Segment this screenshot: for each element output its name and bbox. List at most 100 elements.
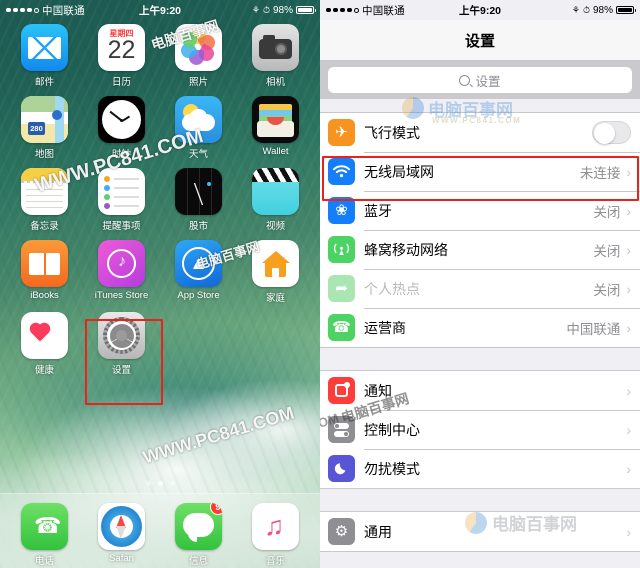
status-bar-home: 中国联通 上午9:20 ⚘ ⏱ 98% (0, 0, 320, 20)
app-health[interactable]: 健康 (14, 312, 76, 376)
app-label: 提醒事项 (102, 221, 141, 232)
search-input[interactable]: 设置 (328, 67, 632, 93)
messages-badge: 9 (210, 503, 222, 515)
settings-row-carrier[interactable]: ☎ 运营商 中国联通 › (320, 308, 640, 347)
moon-glyph (334, 463, 346, 475)
settings-row-value: 关闭 (593, 204, 621, 220)
alarm-icon: ⏱ (582, 4, 590, 15)
settings-row-control: › (626, 525, 640, 539)
app-ibooks[interactable]: iBooks (14, 240, 76, 304)
videos-icon (252, 168, 299, 215)
phone-icon: ☎ (21, 503, 68, 550)
dual-screenshot: 中国联通 上午9:20 ⚘ ⏱ 98% 邮件 星期四 22 日历 照片 相机 2… (0, 0, 640, 568)
app-label: iBooks (30, 290, 59, 301)
wallet-icon (252, 96, 299, 143)
app-stocks[interactable]: 股市 (168, 168, 230, 232)
app-camera[interactable]: 相机 (245, 24, 307, 88)
battery-icon (616, 5, 636, 15)
app-clock[interactable]: 时钟 (91, 96, 153, 160)
app-calendar[interactable]: 星期四 22 日历 (91, 24, 153, 88)
settings-row-label: 蓝牙 (364, 202, 392, 219)
settings-row-notifications[interactable]: 通知 › (320, 371, 640, 410)
reminders-icon (98, 168, 145, 215)
status-bar-settings: 中国联通 上午9:20 ⚘ ⏱ 98% (320, 0, 640, 20)
settings-row-value: 关闭 (593, 282, 621, 298)
chevron-right-icon: › (626, 460, 631, 477)
app-home[interactable]: 家庭 (245, 240, 307, 304)
page-dots[interactable] (0, 481, 320, 486)
dock-app-safari[interactable]: Safari (91, 503, 153, 567)
messages-icon: 9 (175, 503, 222, 550)
home-app-icon (252, 240, 299, 287)
settings-row-cellular[interactable]: 蜂窝移动网络 关闭 › (320, 230, 640, 269)
dock-app-phone[interactable]: ☎ 电话 (14, 503, 76, 567)
settings-row-do-not-disturb[interactable]: 勿扰模式 › (320, 449, 640, 488)
app-mail[interactable]: 邮件 (14, 24, 76, 88)
app-store-icon: ▲ (175, 240, 222, 287)
calendar-icon: 星期四 22 (98, 24, 145, 71)
app-empty-slot (168, 312, 230, 376)
app-label: 视频 (265, 221, 285, 232)
battery-percent-label: 98% (592, 4, 613, 16)
app-videos[interactable]: 视频 (245, 168, 307, 232)
watermark-logo-icon-bottom (465, 512, 487, 534)
app-photos[interactable]: 照片 (168, 24, 230, 88)
itunes-store-icon: ♪ (98, 240, 145, 287)
settings-row-label: 飞行模式 (364, 124, 420, 141)
airplane-mode-toggle[interactable] (592, 121, 631, 144)
maps-icon: 280 (21, 96, 68, 143)
chevron-right-icon: › (626, 319, 631, 336)
app-label: 健康 (34, 365, 54, 376)
watermark-url-bottom: WWW.PC841.COM (140, 402, 297, 468)
ibooks-icon (21, 240, 68, 287)
app-label: 天气 (188, 149, 208, 160)
app-weather[interactable]: 天气 (168, 96, 230, 160)
search-bar-container: 设置 (320, 61, 640, 99)
app-row: 备忘录 提醒事项 股市 视频 (0, 168, 320, 232)
app-wallet[interactable]: Wallet (245, 96, 307, 160)
app-app-store[interactable]: ▲ App Store (168, 240, 230, 304)
dock-app-music[interactable]: ♫ 音乐 (245, 503, 307, 567)
app-itunes-store[interactable]: ♪ iTunes Store (91, 240, 153, 304)
hotspot-icon: ➦ (328, 275, 355, 302)
app-maps[interactable]: 280 地图 (14, 96, 76, 160)
settings-row-value: 中国联通 (566, 321, 621, 337)
notifications-icon (328, 377, 355, 404)
section-gap (320, 348, 640, 370)
section-gap (320, 489, 640, 511)
settings-screen: 中国联通 上午9:20 ⚘ ⏱ 98% 设置 设置 ✈ 飞行模式 无线局域网 未… (320, 0, 640, 568)
watermark-logo-icon (402, 97, 424, 119)
chevron-right-icon: › (626, 202, 631, 219)
app-label: Wallet (262, 146, 289, 157)
dock-app-messages[interactable]: 9 信息 (168, 503, 230, 567)
settings-row-label: 蜂窝移动网络 (364, 241, 448, 258)
settings-row-control: 关闭 › (593, 240, 640, 260)
airplane-icon: ✈ (328, 119, 355, 146)
app-label: 日历 (111, 77, 131, 88)
app-label: 时钟 (111, 149, 131, 160)
settings-row-personal-hotspot[interactable]: ➦ 个人热点 关闭 › (320, 269, 640, 308)
app-label: 照片 (188, 77, 208, 88)
app-reminders[interactable]: 提醒事项 (91, 168, 153, 232)
settings-row-control-center[interactable]: 控制中心 › (320, 410, 640, 449)
bluetooth-icon: ❀ (328, 197, 355, 224)
app-label: App Store (177, 290, 220, 301)
settings-row-airplane-mode[interactable]: ✈ 飞行模式 (320, 113, 640, 152)
alarm-icon: ⏱ (262, 4, 270, 15)
app-label: 电话 (34, 556, 54, 567)
wifi-row-highlight-box (322, 156, 639, 201)
photos-icon (175, 24, 222, 71)
nav-bar: 设置 (320, 20, 640, 61)
app-row: 邮件 星期四 22 日历 照片 相机 (0, 24, 320, 88)
chevron-right-icon: › (626, 421, 631, 438)
settings-row-label: 控制中心 (364, 421, 420, 438)
status-bar-right: ⚘ ⏱ 98% (572, 4, 636, 16)
app-label: 邮件 (34, 77, 54, 88)
settings-row-label: 勿扰模式 (364, 460, 420, 477)
settings-row-control: › (626, 423, 640, 437)
app-notes[interactable]: 备忘录 (14, 168, 76, 232)
settings-row-value: 关闭 (593, 243, 621, 259)
dock-row: ☎ 电话 Safari 9 信息 ♫ 音乐 (0, 494, 320, 567)
chevron-right-icon: › (626, 523, 631, 540)
search-placeholder: 设置 (475, 74, 501, 89)
